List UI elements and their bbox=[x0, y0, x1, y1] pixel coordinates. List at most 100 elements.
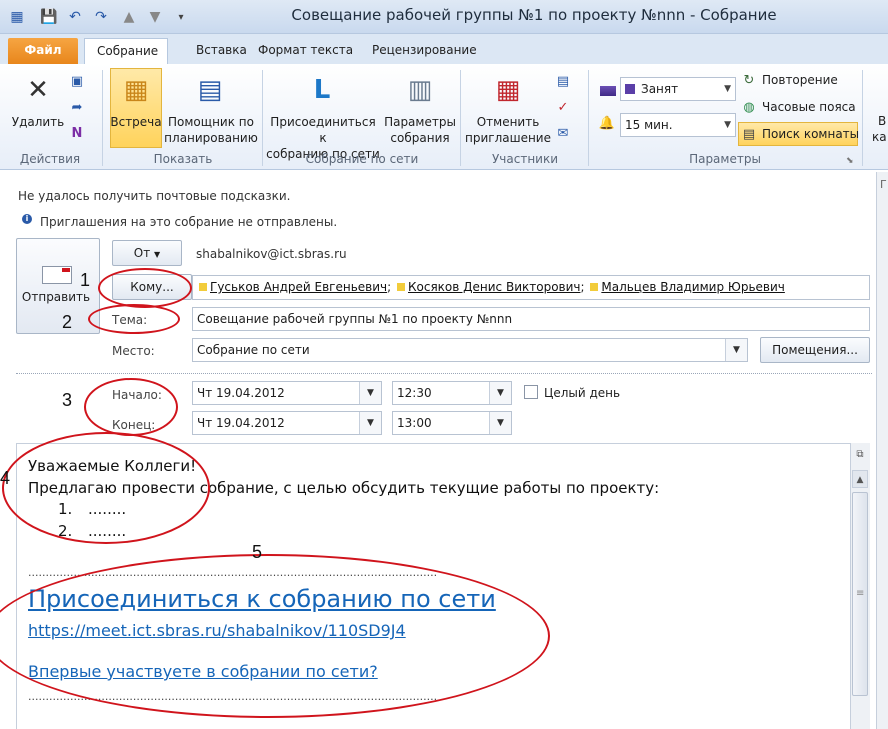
contact-card-icon bbox=[590, 283, 599, 291]
recipient-1[interactable]: Гуськов Андрей Евгеньевич bbox=[210, 280, 387, 294]
globe-icon[interactable]: ◍ bbox=[740, 98, 758, 116]
timezones-button[interactable]: Часовые пояса bbox=[762, 100, 856, 114]
thumb-grip-icon: ≡ bbox=[856, 588, 865, 599]
group-separator bbox=[102, 70, 103, 166]
delete-button[interactable]: Удалить bbox=[8, 114, 68, 130]
recurrence-button[interactable]: Повторение bbox=[762, 73, 838, 87]
subject-input[interactable]: Совещание рабочей группы №1 по проекту №… bbox=[192, 307, 870, 331]
allday-label: Целый день bbox=[544, 386, 621, 400]
forward-icon[interactable]: ➦ bbox=[68, 98, 86, 116]
window-title: Совещание рабочей группы №1 по проекту №… bbox=[291, 6, 777, 24]
location-input[interactable]: Собрание по сети ▼ bbox=[192, 338, 748, 362]
tab-review[interactable]: Рецензирование bbox=[360, 38, 489, 64]
chevron-down-icon: ▼ bbox=[724, 84, 731, 94]
end-time-input[interactable]: 13:00 ▼ bbox=[392, 411, 512, 435]
from-value: shabalnikov@ict.sbras.ru bbox=[196, 247, 347, 261]
params-label-1: Параметры bbox=[384, 115, 456, 129]
room-finder-label: Поиск комнаты bbox=[762, 127, 860, 141]
contact-card-icon bbox=[397, 283, 405, 291]
check-names-icon[interactable]: ✓ bbox=[554, 98, 572, 116]
scheduling-assistant-button[interactable]: Помощник по планированию bbox=[164, 114, 258, 146]
annotation-ellipse-online bbox=[0, 554, 550, 718]
side-pane-marker: Г bbox=[880, 178, 887, 191]
group-label-online: Собрание по сети bbox=[305, 152, 419, 166]
meeting-options-icon[interactable]: ▥ bbox=[402, 72, 438, 108]
reminder-bell-icon: 🔔 bbox=[598, 115, 616, 131]
reminder-value: 15 мин. bbox=[625, 118, 673, 132]
lync-icon[interactable]: L bbox=[304, 72, 340, 108]
info-icon: i bbox=[22, 214, 32, 224]
start-time-input[interactable]: 12:30 ▼ bbox=[392, 381, 512, 405]
address-book-icon[interactable]: ▤ bbox=[554, 72, 572, 90]
chevron-down-icon[interactable]: ▼ bbox=[359, 382, 381, 404]
group-label-options: Параметры bbox=[689, 152, 761, 166]
group-separator bbox=[262, 70, 263, 166]
end-date-input[interactable]: Чт 19.04.2012 ▼ bbox=[192, 411, 382, 435]
mailtips-message: Не удалось получить почтовые подсказки. bbox=[18, 189, 291, 203]
annotation-number-5: 5 bbox=[252, 542, 263, 562]
scroll-up-arrow[interactable]: ▲ bbox=[852, 470, 868, 488]
assistant-label-2: планированию bbox=[164, 131, 258, 145]
onenote-icon[interactable]: N bbox=[68, 124, 86, 142]
busy-color-icon bbox=[625, 84, 635, 94]
ribbon-overflow-2: ка bbox=[872, 130, 887, 144]
chevron-down-icon[interactable]: ▼ bbox=[725, 339, 747, 361]
show-as-value: Занят bbox=[641, 82, 679, 96]
group-separator bbox=[862, 70, 863, 166]
group-separator bbox=[460, 70, 461, 166]
annotation-ellipse-body bbox=[2, 432, 210, 544]
to-field[interactable]: Гуськов Андрей Евгеньевич; Косяков Денис… bbox=[192, 275, 870, 300]
calendar-icon: ▦ bbox=[123, 75, 149, 105]
group-label-attendees: Участники bbox=[491, 152, 559, 166]
reminder-dropdown[interactable]: 15 мин. ▼ bbox=[620, 113, 736, 137]
room-finder-icon: ▤ bbox=[742, 126, 756, 142]
meeting-label: Встреча bbox=[110, 115, 162, 129]
recipient-2[interactable]: Косяков Денис Викторович bbox=[408, 280, 581, 294]
annotation-number-4: 4 bbox=[0, 468, 11, 488]
calendar-small-icon[interactable]: ▣ bbox=[68, 72, 86, 90]
response-options-icon[interactable]: ✉ bbox=[554, 124, 572, 142]
chevron-down-icon[interactable]: ▼ bbox=[489, 412, 511, 434]
params-label-2: собрания bbox=[390, 131, 450, 145]
send-label: Отправить bbox=[21, 290, 91, 304]
from-button[interactable]: От ▼ bbox=[112, 240, 182, 266]
show-as-color-icon bbox=[600, 86, 616, 96]
ribbon-overflow-1: В bbox=[878, 114, 887, 128]
start-time-value: 12:30 bbox=[397, 386, 432, 400]
send-stamp-icon bbox=[62, 268, 70, 272]
recurrence-icon[interactable]: ↻ bbox=[740, 71, 758, 89]
chevron-down-icon[interactable]: ▼ bbox=[489, 382, 511, 404]
show-as-dropdown[interactable]: Занят ▼ bbox=[620, 77, 736, 101]
side-pane-strip bbox=[876, 172, 888, 729]
cancel-invitation-button[interactable]: Отменить приглашение bbox=[464, 114, 552, 146]
dialog-launcher-icon[interactable]: ⬊ bbox=[846, 156, 854, 166]
annotation-ellipse-time bbox=[84, 378, 178, 436]
editor-options-icon[interactable]: ⧉ bbox=[852, 449, 868, 465]
not-sent-message: Приглашения на это собрание не отправлен… bbox=[40, 215, 338, 229]
cancel-label-2: приглашение bbox=[465, 131, 551, 145]
end-time-value: 13:00 bbox=[397, 416, 432, 430]
recipient-3[interactable]: Мальцев Владимир Юрьевич bbox=[601, 280, 785, 294]
assistant-label-1: Помощник по bbox=[168, 115, 254, 129]
cancel-invitation-icon[interactable]: ▦ bbox=[490, 72, 526, 108]
annotation-ellipse-to bbox=[98, 268, 192, 308]
tab-format-text[interactable]: Формат текста bbox=[246, 38, 365, 64]
rooms-button[interactable]: Помещения... bbox=[760, 337, 870, 363]
start-date-value: Чт 19.04.2012 bbox=[197, 386, 285, 400]
chevron-down-icon: ▼ bbox=[154, 250, 161, 259]
delete-icon[interactable]: ✕ bbox=[20, 72, 56, 108]
group-label-show: Показать bbox=[153, 152, 213, 166]
tab-file[interactable]: Файл bbox=[8, 38, 78, 64]
annotation-number-2: 2 bbox=[62, 312, 73, 332]
meeting-options-button[interactable]: Параметры собрания bbox=[380, 114, 460, 146]
separator bbox=[16, 373, 872, 374]
start-date-input[interactable]: Чт 19.04.2012 ▼ bbox=[192, 381, 382, 405]
scheduling-assistant-icon[interactable]: ▤ bbox=[192, 72, 228, 108]
join-label-1: Присоединиться к bbox=[270, 115, 376, 145]
annotation-number-3: 3 bbox=[62, 390, 73, 410]
allday-checkbox[interactable] bbox=[524, 385, 538, 399]
contact-card-icon bbox=[199, 283, 207, 291]
tab-meeting[interactable]: Собрание bbox=[84, 38, 168, 64]
chevron-down-icon[interactable]: ▼ bbox=[359, 412, 381, 434]
location-label: Место: bbox=[112, 344, 155, 358]
